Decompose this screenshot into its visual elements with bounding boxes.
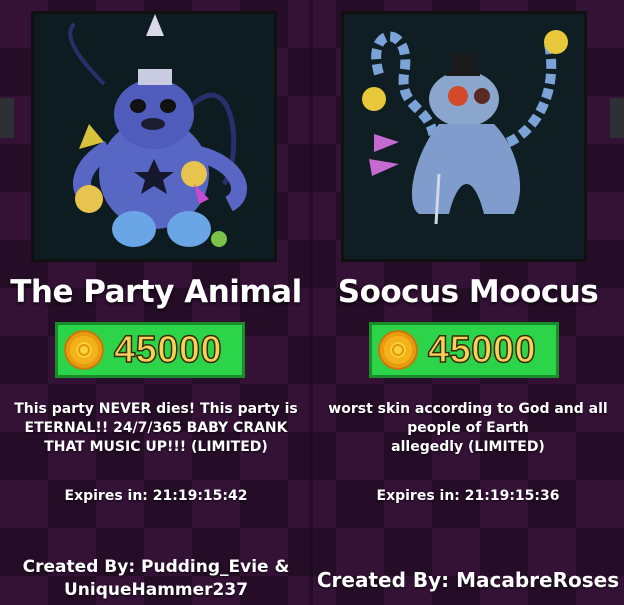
creator-line: UniqueHammer237 [63, 580, 249, 600]
expiry-timer: Expires in: 21:19:15:36 [376, 488, 560, 504]
description-line: THAT MUSIC UP!!! (LIMITED) [44, 439, 268, 455]
creator-line: Created By: Pudding_Evie & [22, 557, 290, 577]
expiry-timer: Expires in: 21:19:15:42 [64, 488, 248, 504]
description-line: ETERNAL!! 24/7/365 BABY CRANK [24, 420, 288, 436]
soocus-moocus-render [344, 14, 584, 259]
price-value: 45000 [113, 328, 223, 372]
price-badge[interactable]: 45000 [369, 322, 559, 378]
price-value: 45000 [427, 328, 537, 372]
skin-description: worst skin according to God and all peop… [312, 400, 624, 457]
description-line: worst skin according to God and all [328, 401, 608, 417]
party-animal-render [34, 14, 274, 259]
skin-card-soocus-moocus[interactable]: Soocus Moocus 45000 worst skin according… [312, 0, 624, 605]
description-line: This party NEVER dies! This party is [14, 401, 298, 417]
price-badge[interactable]: 45000 [55, 322, 245, 378]
skin-thumbnail[interactable] [31, 11, 277, 262]
skin-description: This party NEVER dies! This party is ETE… [0, 400, 312, 457]
coin-icon [378, 330, 418, 370]
coin-icon [64, 330, 104, 370]
description-line: allegedly (LIMITED) [391, 439, 545, 455]
creator-line: Created By: MacabreRoses [316, 568, 620, 592]
skin-card-party-animal[interactable]: The Party Animal 45000 This party NEVER … [0, 0, 312, 605]
description-line: people of Earth [407, 420, 529, 436]
skin-name: The Party Animal [10, 274, 302, 310]
skin-name: Soocus Moocus [337, 274, 599, 310]
creator-credit: Created By: Pudding_Evie & UniqueHammer2… [0, 556, 312, 602]
creator-credit: Created By: MacabreRoses [312, 567, 624, 593]
skin-thumbnail[interactable] [341, 11, 587, 262]
